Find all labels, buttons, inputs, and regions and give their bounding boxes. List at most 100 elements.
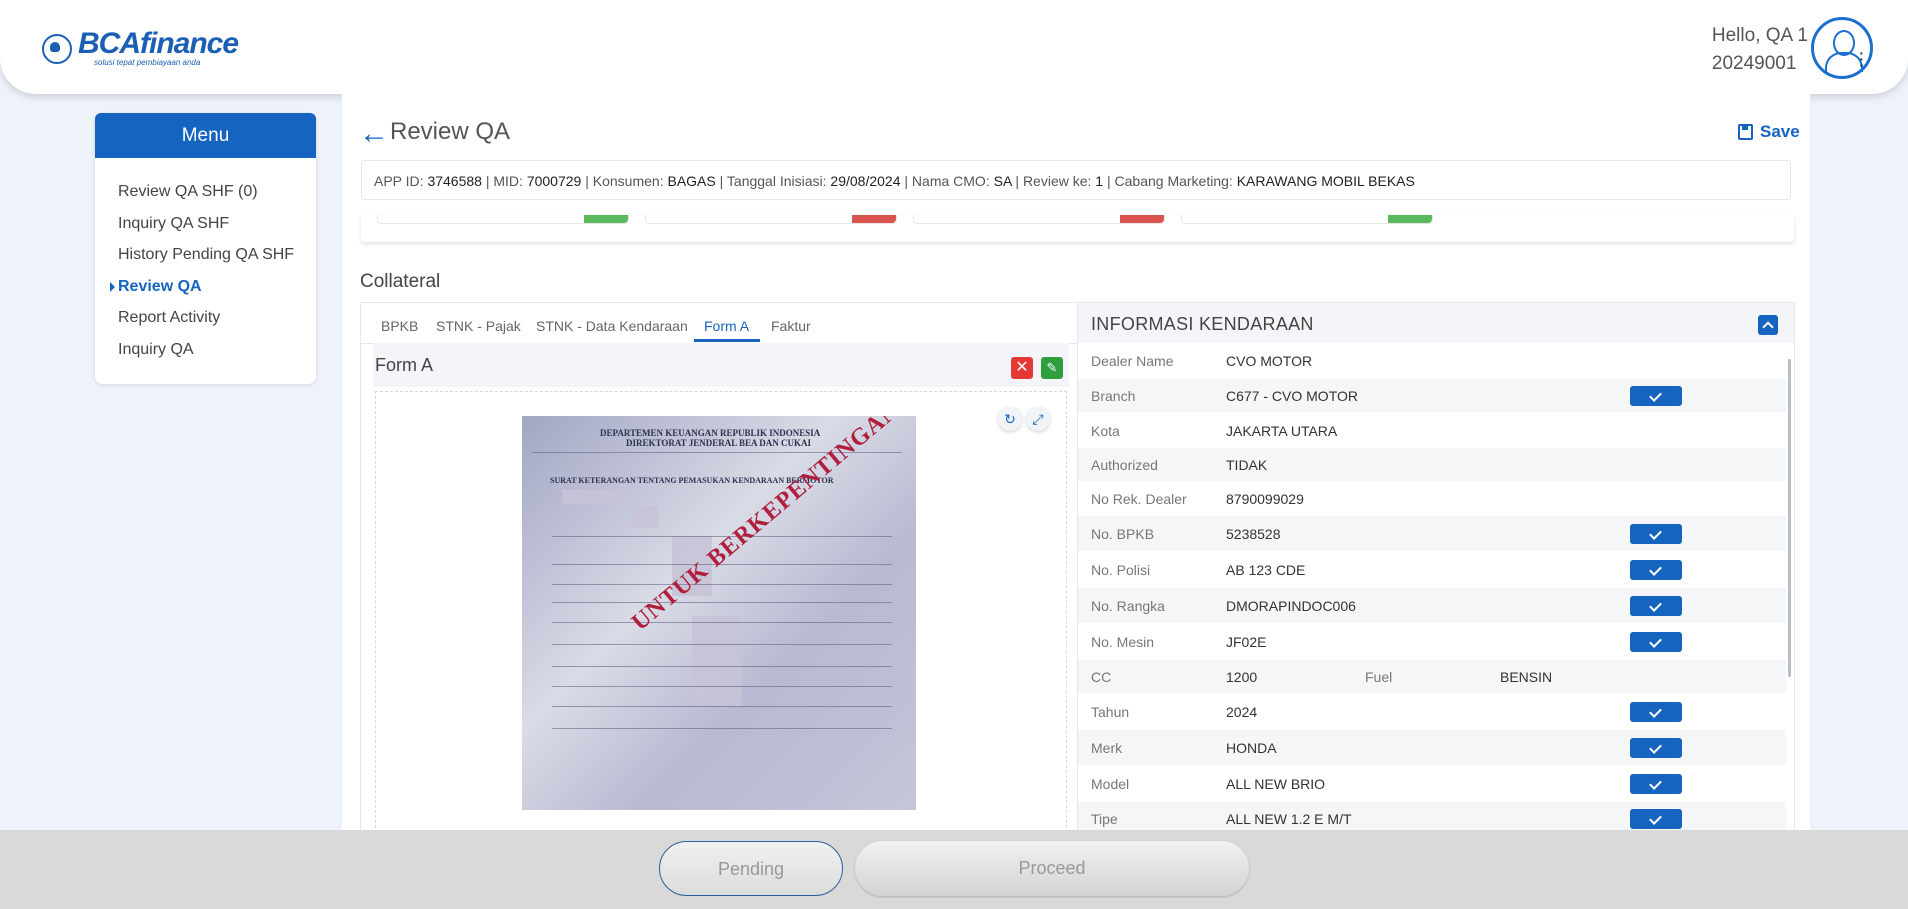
save-button[interactable]: Save	[1738, 122, 1800, 142]
tab-stnk-pajak[interactable]: STNK - Pajak	[436, 318, 521, 334]
field-value: DMORAPINDOC006	[1226, 598, 1356, 614]
form-title: Form A	[375, 355, 434, 375]
vertical-scrollbar[interactable]	[1788, 359, 1791, 677]
doc-heading-2: DIREKTORAT JENDERAL BEA DAN CUKAI	[626, 438, 812, 448]
rotate-icon[interactable]: ↻	[998, 407, 1022, 431]
status-tag	[584, 215, 628, 223]
vehicle-info-row: Tahun 2024	[1078, 694, 1786, 729]
field-label: No Rek. Dealer	[1091, 491, 1187, 507]
field-value: 1200	[1226, 669, 1258, 685]
strip-card	[645, 215, 897, 224]
fullscreen-icon[interactable]: ⤢	[1026, 407, 1050, 431]
vehicle-info-row: Model ALL NEW BRIO	[1078, 766, 1786, 801]
field-label: Branch	[1091, 388, 1136, 404]
bca-emblem-icon	[42, 33, 72, 64]
field-value: AB 123 CDE	[1226, 562, 1306, 578]
sidebar-menu: Menu Review QA SHF (0) Inquiry QA SHF Hi…	[95, 113, 316, 384]
strip-card	[377, 215, 629, 224]
verify-checkbox[interactable]	[1630, 596, 1682, 616]
field-label: Merk	[1091, 740, 1123, 756]
logo-text: BCAfinance	[78, 27, 239, 60]
field-label: Model	[1091, 776, 1130, 792]
menu-item-review-qa[interactable]: Review QA	[110, 275, 316, 307]
page-title: Review QA	[390, 118, 511, 145]
field-label: Tipe	[1091, 811, 1118, 827]
user-info: Hello, QA 1 20249001	[1712, 22, 1808, 78]
field-value: CVO MOTOR	[1226, 353, 1313, 369]
app-id-value: 3746588	[427, 173, 482, 189]
menu-item-report-activity[interactable]: Report Activity	[118, 306, 316, 338]
proceed-button[interactable]: Proceed	[855, 841, 1249, 896]
cabang-value: KARAWANG MOBIL BEKAS	[1236, 173, 1415, 189]
mid-value: 7000729	[526, 173, 582, 189]
doc-stamp: UNTUK BERKEPENTINGAN	[627, 416, 905, 636]
verify-checkbox[interactable]	[1630, 774, 1682, 794]
back-arrow-icon[interactable]: ←	[359, 119, 389, 149]
cabang-label: Cabang Marketing:	[1114, 173, 1233, 189]
field-label: Kota	[1091, 423, 1120, 439]
redaction	[562, 490, 622, 504]
field-label: Dealer Name	[1091, 353, 1174, 369]
menu-item-inquiry-qa[interactable]: Inquiry QA	[118, 338, 316, 370]
save-icon	[1738, 124, 1753, 140]
strip-card	[913, 215, 1165, 224]
vehicle-info-row: Kota JAKARTA UTARA	[1078, 414, 1786, 448]
collapse-chevron-up-icon[interactable]	[1758, 315, 1778, 335]
tab-bpkb[interactable]: BPKB	[381, 318, 418, 334]
status-tag	[1120, 215, 1164, 223]
strip-card	[1181, 215, 1433, 224]
field-label: No. Rangka	[1091, 598, 1165, 614]
application-info-bar: APP ID: 3746588 | MID: 7000729 | Konsume…	[361, 160, 1791, 200]
mid-label: MID:	[493, 173, 523, 189]
field-label: No. BPKB	[1091, 526, 1155, 542]
vehicle-info-row: CC 1200 Fuel BENSIN	[1078, 660, 1786, 693]
vehicle-info-row: No. Mesin JF02E	[1078, 624, 1786, 659]
tab-form-a[interactable]: Form A	[704, 318, 749, 334]
form-header	[373, 343, 1069, 387]
verify-checkbox[interactable]	[1630, 524, 1682, 544]
logo-tagline: solusi tepat pembiayaan anda	[94, 58, 201, 67]
vehicle-info-row: Dealer Name CVO MOTOR	[1078, 346, 1786, 376]
field-value: ALL NEW BRIO	[1226, 776, 1326, 792]
menu-item-inquiry-qa-shf[interactable]: Inquiry QA SHF	[118, 212, 316, 244]
app-id-label: APP ID:	[374, 173, 424, 189]
collateral-tabs: BPKB STNK - Pajak STNK - Data Kendaraan …	[361, 303, 1079, 344]
tab-faktur[interactable]: Faktur	[771, 318, 811, 334]
tanggal-value: 29/08/2024	[830, 173, 901, 189]
vehicle-info-row: Branch C677 - CVO MOTOR	[1078, 379, 1786, 412]
verify-checkbox[interactable]	[1630, 386, 1682, 406]
field-label-secondary: Fuel	[1365, 669, 1393, 685]
verify-checkbox[interactable]	[1630, 738, 1682, 758]
user-greeting: Hello, QA 1	[1711, 25, 1808, 46]
menu-item-history-pending-qa-shf[interactable]: History Pending QA SHF	[118, 243, 316, 275]
verify-checkbox[interactable]	[1630, 560, 1682, 580]
user-id: 20249001	[1711, 53, 1797, 74]
redaction	[632, 506, 658, 528]
vehicle-info-row: No Rek. Dealer 8790099029	[1078, 482, 1786, 515]
form-a-document-image[interactable]: DEPARTEMEN KEUANGAN REPUBLIK INDONESIA D…	[522, 416, 916, 810]
status-tag	[852, 215, 896, 223]
reject-button[interactable]: ✕	[1011, 357, 1033, 379]
field-label: CC	[1091, 669, 1112, 685]
verify-checkbox[interactable]	[1630, 809, 1682, 829]
field-value: HONDA	[1226, 740, 1277, 756]
vehicle-info-row: No. Rangka DMORAPINDOC006	[1078, 588, 1786, 623]
field-label: No. Mesin	[1091, 634, 1155, 650]
doc-rule	[552, 644, 892, 645]
menu-item-review-qa-shf[interactable]: Review QA SHF (0)	[118, 180, 316, 212]
vehicle-info-title: INFORMASI KENDARAAN	[1091, 314, 1314, 334]
verify-checkbox[interactable]	[1630, 702, 1682, 722]
user-avatar[interactable]: · · ·	[1811, 17, 1873, 79]
active-tab-indicator	[694, 339, 760, 342]
kebab-menu-icon[interactable]: · · ·	[1859, 46, 1864, 72]
tab-stnk-data-kendaraan[interactable]: STNK - Data Kendaraan	[536, 318, 688, 334]
bcafinance-logo: BCAfinance solusi tepat pembiayaan anda	[42, 27, 239, 67]
edit-pencil-icon[interactable]: ✎	[1041, 357, 1063, 379]
field-value: C677 - CVO MOTOR	[1226, 388, 1358, 404]
pending-button[interactable]: Pending	[659, 841, 843, 896]
verify-checkbox[interactable]	[1630, 632, 1682, 652]
redaction	[692, 616, 742, 706]
field-value: JAKARTA UTARA	[1226, 423, 1338, 439]
field-label: No. Polisi	[1091, 562, 1151, 578]
doc-rule	[552, 728, 892, 729]
